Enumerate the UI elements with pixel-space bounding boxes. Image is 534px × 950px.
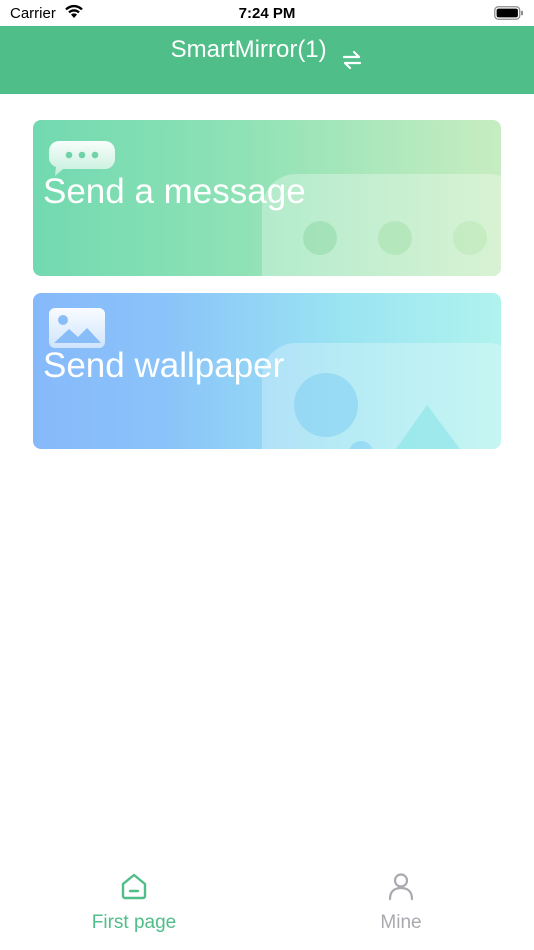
send-message-label: Send a message [43,172,306,211]
person-icon [388,873,414,901]
nav-title-group: SmartMirror(1) [0,36,534,70]
nav-title: SmartMirror(1) [170,36,327,63]
app-screen: Carrier 7:24 PM SmartMirror(1) Send a me… [0,0,534,950]
swap-arrows-icon[interactable] [341,50,363,70]
status-time: 7:24 PM [238,5,296,22]
image-icon [49,308,105,348]
tab-first-page[interactable]: First page [34,870,234,945]
tab-mine[interactable]: Mine [301,870,501,945]
tab-first-page-label: First page [91,912,177,933]
nav-bar: SmartMirror(1) [0,26,534,94]
battery-icon [494,6,523,20]
tab-bar: First page Mine [0,860,534,950]
tab-mine-label: Mine [380,912,422,933]
send-wallpaper-label: Send wallpaper [43,346,285,385]
status-bar: Carrier 7:24 PM [0,0,534,26]
send-wallpaper-card[interactable]: Send wallpaper [33,293,501,449]
send-message-card[interactable]: Send a message [33,120,501,276]
home-icon [121,873,147,900]
